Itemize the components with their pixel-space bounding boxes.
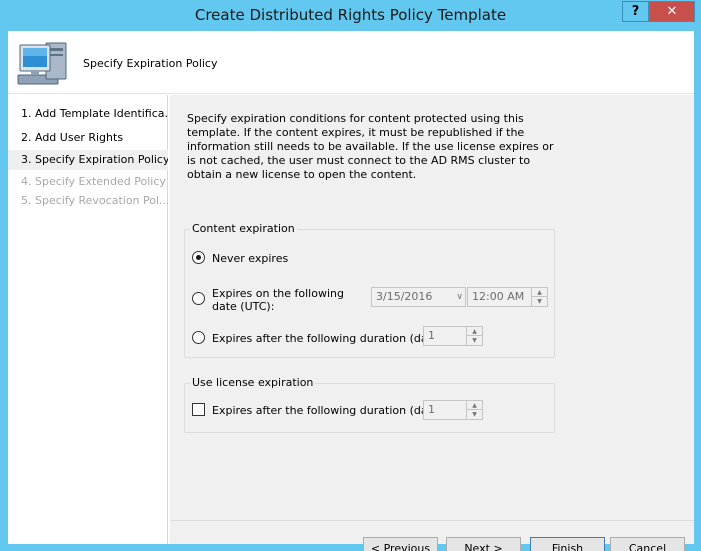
dialog-body: Specify Expiration Policy 1. Add Templat… [8, 31, 694, 551]
chevron-down-icon[interactable]: ∨ [456, 288, 463, 306]
step-add-template-identification[interactable]: 1. Add Template Identifica... [8, 104, 168, 124]
computer-icon [17, 42, 67, 85]
never-expires-radio[interactable] [192, 251, 205, 264]
step-specify-extended-policy: 4. Specify Extended Policy [21, 175, 166, 188]
use-license-duration-checkbox[interactable] [192, 403, 205, 416]
close-button[interactable]: ✕ [649, 1, 695, 22]
wizard-header: Specify Expiration Policy [8, 31, 694, 94]
content-duration-value: 1 [428, 329, 435, 342]
content-expiration-group: Content expiration Never expires Expires… [184, 222, 555, 358]
content-duration-spinner[interactable]: ▲ ▼ [466, 327, 482, 345]
cancel-button[interactable]: Cancel [610, 537, 685, 551]
use-license-duration-value: 1 [428, 403, 435, 416]
spin-up-icon[interactable]: ▲ [532, 288, 547, 297]
spin-down-icon[interactable]: ▼ [532, 297, 547, 306]
content-expiration-label: Content expiration [190, 222, 297, 235]
spin-up-icon[interactable]: ▲ [467, 327, 482, 336]
use-license-duration-label[interactable]: Expires after the following duration (da… [212, 404, 448, 417]
wizard-steps: 1. Add Template Identifica... 2. Add Use… [8, 95, 168, 544]
dialog-window: Create Distributed Rights Policy Templat… [0, 0, 701, 551]
expiration-date-picker[interactable]: 3/15/2016 ∨ [371, 287, 466, 307]
use-license-duration-spinner[interactable]: ▲ ▼ [466, 401, 482, 419]
wizard-content: Specify expiration conditions for conten… [170, 95, 694, 551]
expires-on-date-radio[interactable] [192, 292, 205, 305]
previous-button[interactable]: < Previous [363, 537, 438, 551]
finish-button[interactable]: Finish [530, 537, 605, 551]
expiration-time-value: 12:00 AM [472, 290, 525, 303]
step-specify-expiration-policy[interactable]: 3. Specify Expiration Policy [8, 150, 168, 170]
content-duration-stepper[interactable]: 1 ▲ ▼ [423, 326, 483, 346]
page-title: Specify Expiration Policy [83, 57, 218, 70]
use-license-duration-stepper[interactable]: 1 ▲ ▼ [423, 400, 483, 420]
title-bar: Create Distributed Rights Policy Templat… [0, 0, 701, 32]
spin-down-icon[interactable]: ▼ [467, 410, 482, 419]
use-license-expiration-group: Use license expiration Expires after the… [184, 376, 555, 433]
expiration-date-value: 3/15/2016 [376, 290, 433, 303]
spin-up-icon[interactable]: ▲ [467, 401, 482, 410]
help-button[interactable]: ? [622, 1, 649, 22]
description-text: Specify expiration conditions for conten… [187, 112, 554, 181]
never-expires-label[interactable]: Never expires [212, 252, 288, 265]
use-license-expiration-label: Use license expiration [190, 376, 316, 389]
time-spinner[interactable]: ▲ ▼ [531, 288, 547, 306]
spin-down-icon[interactable]: ▼ [467, 336, 482, 345]
expiration-time-stepper[interactable]: 12:00 AM ▲ ▼ [467, 287, 548, 307]
step-add-user-rights[interactable]: 2. Add User Rights [8, 128, 168, 148]
expires-on-date-label[interactable]: Expires on the following date (UTC): [212, 287, 360, 313]
expires-after-duration-label[interactable]: Expires after the following duration (da… [212, 332, 448, 345]
window-title: Create Distributed Rights Policy Templat… [194, 6, 507, 24]
step-specify-revocation-policy: 5. Specify Revocation Pol... [21, 194, 168, 207]
next-button[interactable]: Next > [446, 537, 521, 551]
expires-after-duration-radio[interactable] [192, 331, 205, 344]
